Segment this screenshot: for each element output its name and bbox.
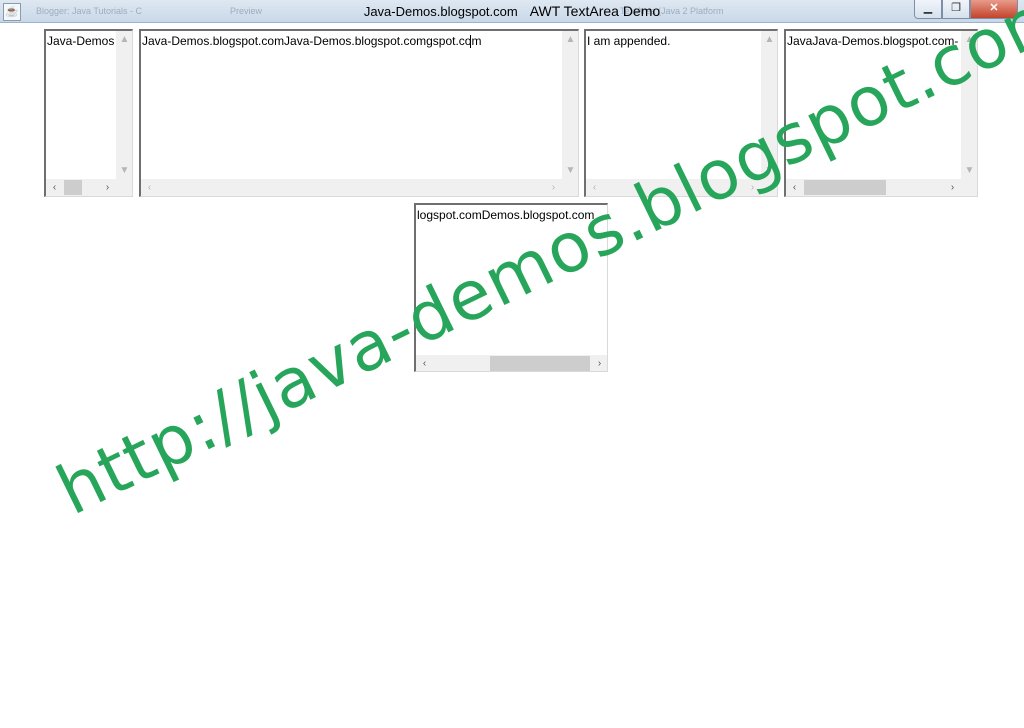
scroll-up-icon[interactable]: ▲ xyxy=(761,31,777,48)
textarea-4-hscrollbar[interactable]: ‹ › xyxy=(786,179,961,196)
minimize-button[interactable]: ▁ xyxy=(914,0,942,19)
scroll-down-icon[interactable]: ▼ xyxy=(961,162,977,179)
window-title-text: AWT TextArea Demo xyxy=(529,3,661,19)
textarea-1-vscrollbar[interactable]: ▲ ▼ xyxy=(116,31,132,179)
scroll-corner xyxy=(961,179,977,196)
textarea-2[interactable]: Java-Demos.blogspot.comJava-Demos.blogsp… xyxy=(139,29,579,197)
window-title-blog: Java-Demos.blogspot.com xyxy=(363,4,518,19)
scroll-right-icon[interactable]: › xyxy=(944,179,961,196)
window-titlebar[interactable]: ☕ Blogger: Java Tutorials - C Preview Te… xyxy=(0,0,1024,23)
scroll-thumb[interactable] xyxy=(64,180,82,195)
scroll-right-icon[interactable]: › xyxy=(545,179,562,196)
scroll-down-icon[interactable]: ▼ xyxy=(116,162,132,179)
scroll-up-icon[interactable]: ▲ xyxy=(562,31,578,48)
textarea-2-vscrollbar[interactable]: ▲ ▼ xyxy=(562,31,578,179)
textarea-5-hscrollbar[interactable]: ‹ › xyxy=(416,355,607,371)
window-title: Java-Demos.blogspot.com AWT TextArea Demo xyxy=(0,3,1024,19)
text-caret xyxy=(470,35,471,48)
scroll-left-icon[interactable]: ‹ xyxy=(46,179,63,196)
scroll-thumb[interactable] xyxy=(804,180,886,195)
scroll-corner xyxy=(562,179,578,196)
scroll-left-icon[interactable]: ‹ xyxy=(141,179,158,196)
scroll-right-icon[interactable]: › xyxy=(591,355,607,371)
textarea-1[interactable]: Java-Demos ▲ ▼ ‹ › xyxy=(44,29,133,197)
textarea-2-text[interactable]: Java-Demos.blogspot.comJava-Demos.blogsp… xyxy=(142,34,562,48)
scroll-thumb[interactable] xyxy=(490,356,590,371)
scroll-right-icon[interactable]: › xyxy=(99,179,116,196)
scroll-down-icon[interactable]: ▼ xyxy=(562,162,578,179)
textarea-2-hscrollbar[interactable]: ‹ › xyxy=(141,179,562,196)
textarea-1-hscrollbar[interactable]: ‹ › xyxy=(46,179,116,196)
textarea-1-text[interactable]: Java-Demos xyxy=(47,34,117,48)
scroll-up-icon[interactable]: ▲ xyxy=(116,31,132,48)
scroll-corner xyxy=(116,179,132,196)
textarea-3-text[interactable]: I am appended. xyxy=(587,34,762,48)
